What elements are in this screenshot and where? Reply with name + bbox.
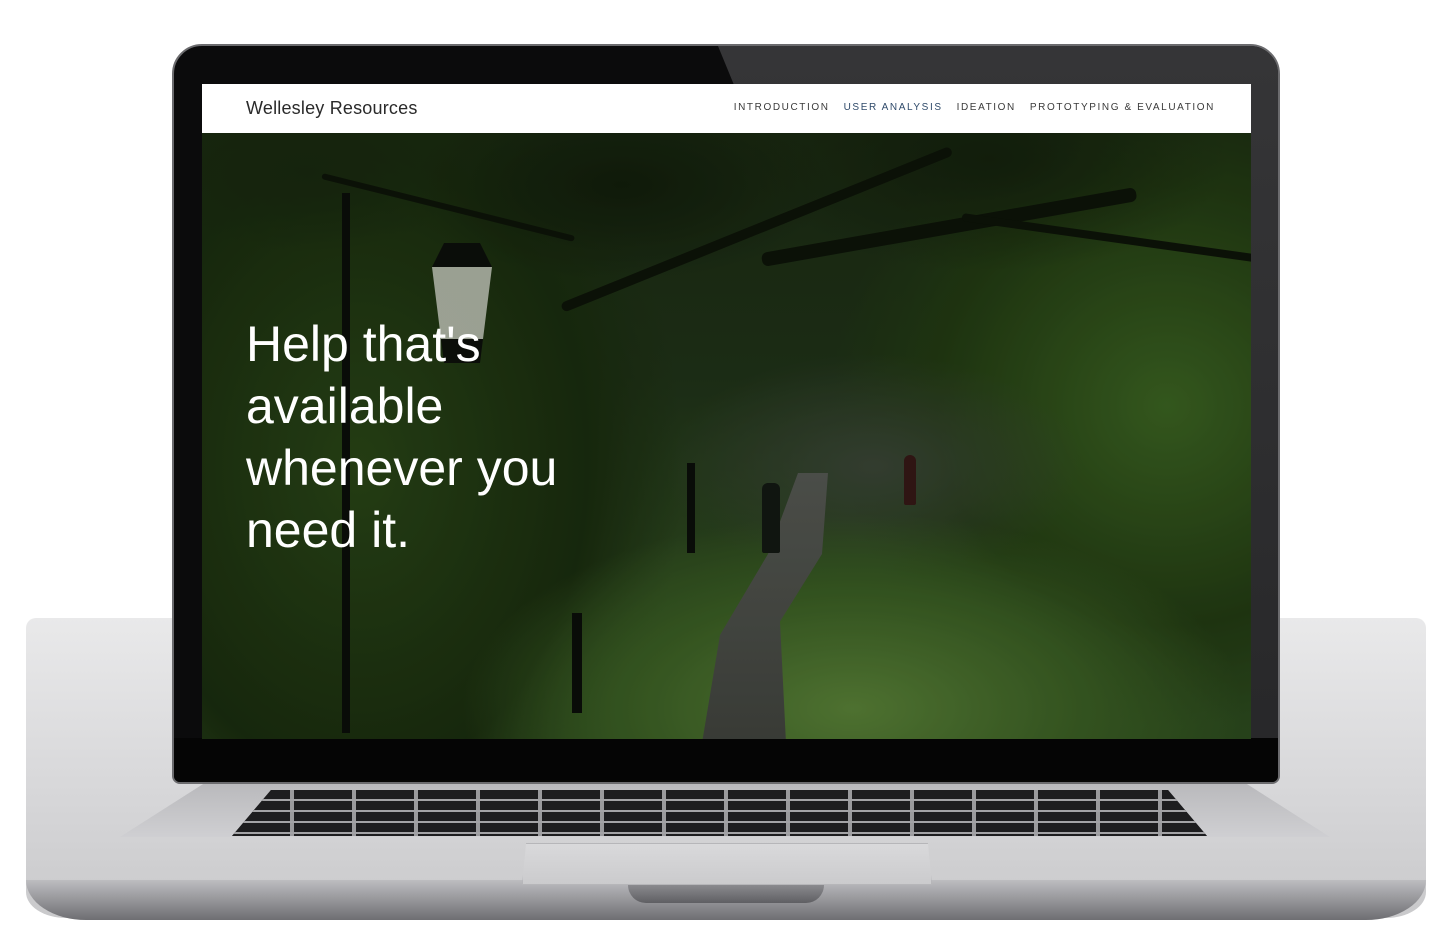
site-brand-link[interactable]: Wellesley Resources <box>246 98 418 119</box>
laptop-mockup: Wellesley Resources INTRODUCTION USER AN… <box>0 0 1441 926</box>
keyboard <box>232 790 1207 836</box>
nav-link-prototyping-evaluation[interactable]: PROTOTYPING & EVALUATION <box>1030 102 1215 113</box>
site-navbar: Wellesley Resources INTRODUCTION USER AN… <box>202 84 1251 133</box>
hero-headline: Help that's available whenever you need … <box>246 316 558 558</box>
nav-link-introduction[interactable]: INTRODUCTION <box>734 102 830 113</box>
trackpad <box>522 843 932 885</box>
nav-link-user-analysis[interactable]: USER ANALYSIS <box>844 102 943 113</box>
laptop-screen: Wellesley Resources INTRODUCTION USER AN… <box>202 84 1251 739</box>
nav-link-ideation[interactable]: IDEATION <box>957 102 1016 113</box>
nav-links: INTRODUCTION USER ANALYSIS IDEATION PROT… <box>734 102 1215 113</box>
lid-chin <box>174 738 1278 782</box>
hero-section: Help that's available whenever you need … <box>202 133 1251 739</box>
lid-notch <box>628 885 824 903</box>
